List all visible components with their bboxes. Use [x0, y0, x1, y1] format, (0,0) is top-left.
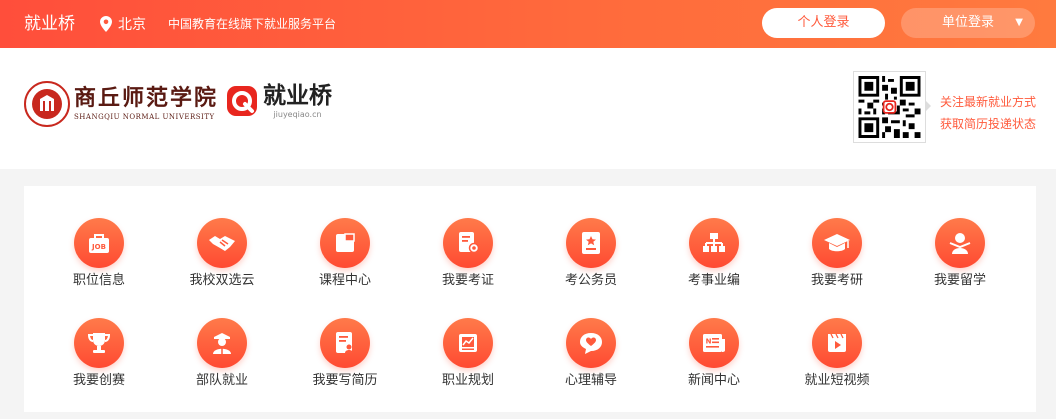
qr-note-line1: 关注最新就业方式	[940, 95, 1037, 109]
jiuyeqiao-name: 就业桥	[263, 83, 332, 109]
news-icon: N	[703, 334, 725, 352]
soldier-icon	[213, 333, 231, 354]
menu-item-label: 我要写简历	[312, 373, 378, 388]
header: 商丘师范学院 SHANGQIU NORMAL UNIVERSITY 就业桥 ji…	[0, 48, 1056, 169]
unit-login-label: 单位登录	[941, 15, 994, 30]
jiuyeqiao-logo-icon	[227, 86, 257, 116]
svg-text:N: N	[706, 338, 712, 346]
school-name-cn: 商丘师范学院	[74, 85, 219, 111]
study-abroad-icon	[949, 233, 971, 254]
menu-item-public-institution[interactable]: 考事业编	[654, 218, 774, 288]
video-icon	[828, 333, 846, 352]
menu-item-label: 职位信息	[72, 273, 125, 288]
personal-login-button[interactable]: 个人登录	[762, 8, 885, 38]
menu-item-study-abroad[interactable]: 我要留学	[900, 218, 1020, 288]
document-star-icon	[582, 232, 600, 254]
jiuyeqiao-url: jiuyeqiao.cn	[273, 110, 322, 119]
qr-note: 关注最新就业方式 获取简历投递状态	[940, 91, 1036, 135]
school-name-en: SHANGQIU NORMAL UNIVERSITY	[74, 113, 215, 121]
slogan: 中国教育在线旗下就业服务平台	[168, 17, 337, 31]
menu-item-career-planning[interactable]: 职业规划	[408, 318, 528, 388]
menu-item-write-resume[interactable]: 我要写简历	[285, 318, 405, 388]
service-menu: JOB 职位信息 我校双选云 课程中心 我要考证 考公务员 考事业编 我要考研 …	[24, 186, 1036, 412]
menu-item-military[interactable]: 部队就业	[162, 318, 282, 388]
jiuyeqiao-logo[interactable]: 就业桥 jiuyeqiao.cn	[225, 83, 332, 119]
menu-item-label: 心理辅导	[564, 373, 617, 388]
menu-item-label: 我要考研	[810, 273, 863, 288]
handshake-icon	[209, 236, 235, 251]
menu-item-dual-select-cloud[interactable]: 我校双选云	[162, 218, 282, 288]
menu-item-civil-service[interactable]: 考公务员	[531, 218, 651, 288]
graduation-cap-icon	[824, 234, 850, 252]
unit-login-button[interactable]: 单位登录 ▼	[901, 8, 1035, 38]
menu-item-label: 职业规划	[441, 373, 494, 388]
resume-icon	[336, 332, 353, 353]
qr-note-line2: 获取简历投递状态	[940, 117, 1037, 131]
heart-chat-icon	[580, 333, 602, 354]
location-selector[interactable]: 北京	[100, 12, 146, 36]
menu-item-label: 考事业编	[687, 273, 740, 288]
book-icon	[336, 233, 355, 252]
menu-item-label: 考公务员	[564, 273, 617, 288]
brand-name[interactable]: 就业桥	[24, 12, 75, 36]
top-bar: 就业桥 北京 中国教育在线旗下就业服务平台 个人登录 单位登录 ▼	[0, 0, 1056, 48]
menu-item-label: 部队就业	[195, 373, 248, 388]
menu-item-news-center[interactable]: N 新闻中心	[654, 318, 774, 388]
menu-item-label: 新闻中心	[687, 373, 740, 388]
job-icon: JOB	[89, 234, 109, 253]
trophy-icon	[87, 333, 111, 353]
qr-code-icon	[858, 76, 921, 138]
menu-item-label: 就业短视频	[804, 373, 870, 388]
menu-item-competition[interactable]: 我要创赛	[39, 318, 159, 388]
menu-item-job-info[interactable]: JOB 职位信息	[39, 218, 159, 288]
location-label: 北京	[118, 17, 146, 33]
menu-item-course-center[interactable]: 课程中心	[285, 218, 405, 288]
chart-board-icon	[459, 334, 477, 352]
menu-item-label: 我要考证	[441, 273, 494, 288]
svg-text:JOB: JOB	[91, 243, 106, 251]
qr-code	[853, 71, 926, 143]
school-seal-icon[interactable]	[24, 81, 70, 127]
menu-item-label: 课程中心	[318, 273, 371, 288]
menu-item-label: 我校双选云	[189, 273, 255, 288]
menu-item-label: 我要留学	[933, 273, 986, 288]
menu-item-certificate[interactable]: 我要考证	[408, 218, 528, 288]
location-pin-icon	[100, 16, 112, 32]
menu-item-counseling[interactable]: 心理辅导	[531, 318, 651, 388]
org-chart-icon	[703, 233, 725, 252]
certificate-icon	[459, 232, 480, 254]
caret-down-icon: ▼	[1015, 17, 1023, 28]
menu-item-label: 我要创赛	[72, 373, 125, 388]
school-name[interactable]: 商丘师范学院 SHANGQIU NORMAL UNIVERSITY	[74, 85, 218, 121]
menu-item-postgraduate[interactable]: 我要考研	[777, 218, 897, 288]
menu-item-short-video[interactable]: 就业短视频	[777, 318, 897, 388]
qr-pointer	[925, 100, 931, 112]
